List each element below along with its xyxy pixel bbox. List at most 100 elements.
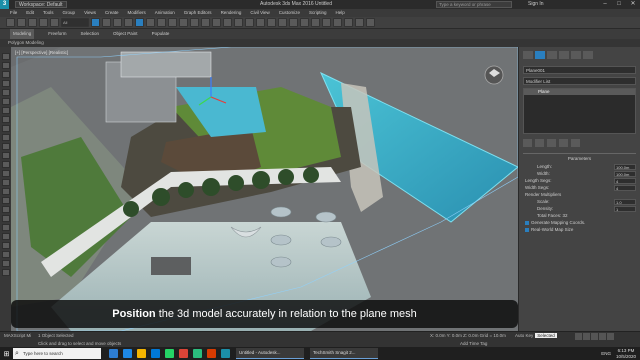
menu-item-help[interactable]: Help: [336, 9, 345, 17]
app-logo-icon[interactable]: 3: [0, 0, 9, 9]
menu-item-file[interactable]: File: [10, 9, 17, 17]
display-tab-icon[interactable]: [571, 51, 581, 59]
group-icon[interactable]: [1, 224, 10, 231]
graphite-toggle-icon[interactable]: [300, 18, 309, 27]
material-editor-icon[interactable]: [333, 18, 342, 27]
curve-editor-icon[interactable]: [311, 18, 320, 27]
render-production-icon[interactable]: [366, 18, 375, 27]
goto-start-icon[interactable]: [575, 333, 582, 340]
taskbar-app-snagit[interactable]: TechSmith Snagit 2...: [310, 348, 378, 359]
particle-icon[interactable]: [1, 215, 10, 222]
snaps-toggle-icon[interactable]: [212, 18, 221, 27]
utilities-tab-icon[interactable]: [583, 51, 593, 59]
window-crossing-icon[interactable]: [124, 18, 133, 27]
render-icon[interactable]: [1, 269, 10, 276]
3dsmax-icon[interactable]: [221, 349, 230, 358]
taskbar-search-input[interactable]: Type here to search: [13, 348, 101, 359]
auto-key-button[interactable]: Auto Key: [515, 333, 533, 338]
camera-icon[interactable]: [1, 179, 10, 186]
named-selection-icon[interactable]: [256, 18, 265, 27]
edge-icon[interactable]: [123, 349, 132, 358]
file-explorer-icon[interactable]: [137, 349, 146, 358]
unlink-icon[interactable]: [39, 18, 48, 27]
freeze-icon[interactable]: [1, 161, 10, 168]
close-icon[interactable]: ✕: [626, 0, 640, 9]
rect-selection-icon[interactable]: [113, 18, 122, 27]
layer-icon[interactable]: [1, 125, 10, 132]
rendered-frame-icon[interactable]: [355, 18, 364, 27]
menu-item-rendering[interactable]: Rendering: [221, 9, 242, 17]
spacewarp-icon[interactable]: [1, 197, 10, 204]
select-by-name-icon[interactable]: [102, 18, 111, 27]
windows-start-icon[interactable]: ⊞: [0, 347, 13, 360]
hidden-icon[interactable]: [1, 260, 10, 267]
scene-explorer-icon[interactable]: [1, 107, 10, 114]
modify-icon[interactable]: [1, 62, 10, 69]
key-mode-dropdown[interactable]: Selected: [535, 333, 557, 338]
make-unique-icon[interactable]: [547, 139, 556, 147]
menu-item-modifiers[interactable]: Modifiers: [128, 9, 146, 17]
spinner-snap-icon[interactable]: [245, 18, 254, 27]
perspective-viewport[interactable]: [+] [Perspective] [Realistic]: [11, 47, 518, 331]
layer-explorer-icon[interactable]: [289, 18, 298, 27]
render-setup-icon[interactable]: [344, 18, 353, 27]
width-spinner[interactable]: 100.0m: [614, 170, 636, 177]
gen-mapping-checkbox[interactable]: Generate Mapping Coords.: [523, 219, 636, 226]
modify-tab-icon[interactable]: [535, 51, 545, 59]
ribbon-subpanel[interactable]: Polygon Modeling: [0, 39, 640, 47]
add-time-tag-button[interactable]: Add Time Tag: [460, 341, 487, 346]
menu-item-create[interactable]: Create: [105, 9, 119, 17]
office-icon[interactable]: [207, 349, 216, 358]
sort-icon[interactable]: [1, 134, 10, 141]
modifier-list-dropdown[interactable]: Modifier List: [523, 77, 636, 85]
maximize-icon[interactable]: □: [612, 0, 626, 9]
menu-item-views[interactable]: Views: [84, 9, 96, 17]
menu-item-tools[interactable]: Tools: [43, 9, 54, 17]
menu-item-civil-view[interactable]: Civil View: [250, 9, 269, 17]
hierarchy-icon[interactable]: [1, 71, 10, 78]
motion-tab-icon[interactable]: [559, 51, 569, 59]
next-frame-icon[interactable]: [599, 333, 606, 340]
light-icon[interactable]: [1, 170, 10, 177]
prev-frame-icon[interactable]: [583, 333, 590, 340]
select-move-icon[interactable]: [135, 18, 144, 27]
task-view-icon[interactable]: [109, 349, 118, 358]
utilities-icon[interactable]: [1, 98, 10, 105]
tab-populate[interactable]: Populate: [152, 29, 170, 39]
select-object-icon[interactable]: [91, 18, 100, 27]
find-icon[interactable]: [1, 143, 10, 150]
helper-icon[interactable]: [1, 188, 10, 195]
create-icon[interactable]: [1, 53, 10, 60]
pin-stack-icon[interactable]: [523, 139, 532, 147]
selection-filter-dropdown[interactable]: All: [61, 18, 89, 27]
object-name-field[interactable]: Plane001: [523, 66, 636, 74]
tab-selection[interactable]: Selection: [81, 29, 100, 39]
maxscript-listener[interactable]: MAXScript Mi: [4, 333, 31, 338]
parameters-title[interactable]: Parameters: [523, 156, 636, 161]
real-world-checkbox[interactable]: Real-World Map Size: [523, 226, 636, 233]
tab-freeform[interactable]: Freeform: [48, 29, 66, 39]
store-icon[interactable]: [151, 349, 160, 358]
length-segs-spinner[interactable]: 4: [614, 177, 636, 184]
reference-coord-icon[interactable]: [168, 18, 177, 27]
select-manipulate-icon[interactable]: [190, 18, 199, 27]
container-icon[interactable]: [1, 242, 10, 249]
motion-icon[interactable]: [1, 80, 10, 87]
workspace-dropdown[interactable]: Workspace: Default: [15, 1, 67, 8]
tab-object-paint[interactable]: Object Paint: [113, 29, 138, 39]
create-tab-icon[interactable]: [523, 51, 533, 59]
menu-item-group[interactable]: Group: [63, 9, 76, 17]
play-icon[interactable]: [591, 333, 598, 340]
menu-item-edit[interactable]: Edit: [26, 9, 34, 17]
pivot-center-icon[interactable]: [179, 18, 188, 27]
show-end-result-icon[interactable]: [535, 139, 544, 147]
goto-end-icon[interactable]: [607, 333, 614, 340]
select-rotate-icon[interactable]: [146, 18, 155, 27]
width-segs-spinner[interactable]: 4: [614, 184, 636, 191]
clock[interactable]: 6:13 PM 10/5/2020: [616, 348, 636, 359]
stack-item-plane[interactable]: Plane: [524, 89, 635, 95]
configure-sets-icon[interactable]: [571, 139, 580, 147]
menu-item-customize[interactable]: Customize: [279, 9, 300, 17]
undo-icon[interactable]: [6, 18, 15, 27]
percent-snap-icon[interactable]: [234, 18, 243, 27]
